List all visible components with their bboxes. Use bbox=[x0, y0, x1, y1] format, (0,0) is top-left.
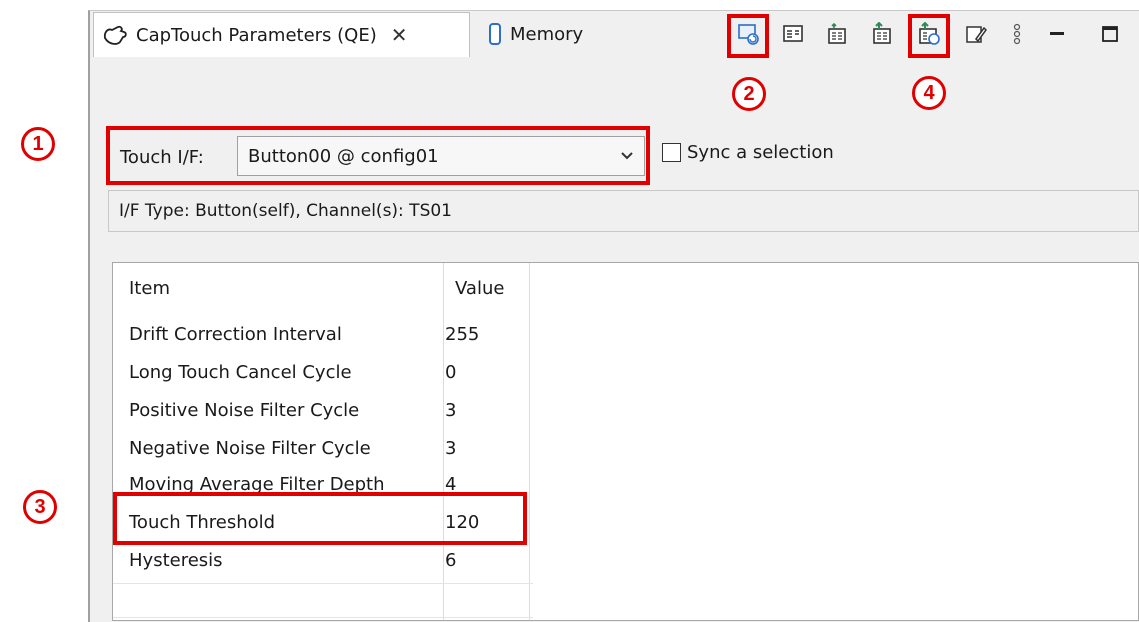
table-row[interactable]: Drift Correction Interval 255 bbox=[113, 317, 1139, 351]
highlight-box-touch-threshold bbox=[113, 492, 527, 545]
more-vertical-icon bbox=[1012, 22, 1022, 50]
row-value[interactable]: 0 bbox=[445, 362, 456, 383]
write-all-button[interactable] bbox=[868, 21, 896, 50]
minimize-button[interactable] bbox=[1043, 22, 1071, 50]
callout-3: 3 bbox=[23, 490, 57, 524]
maximize-button[interactable] bbox=[1096, 22, 1124, 50]
row-item: Long Touch Cancel Cycle bbox=[129, 361, 352, 383]
callout-2: 2 bbox=[732, 77, 766, 111]
column-header-value[interactable]: Value bbox=[455, 263, 504, 313]
highlight-box-monitor bbox=[727, 14, 769, 58]
view-menu-button[interactable] bbox=[1003, 22, 1031, 50]
row-value[interactable]: 3 bbox=[445, 400, 456, 421]
if-type-info: I/F Type: Button(self), Channel(s): TS01 bbox=[108, 190, 1139, 232]
parameter-table[interactable]: Item Value Drift Correction Interval 255… bbox=[112, 262, 1139, 621]
row-item: Negative Noise Filter Cycle bbox=[129, 437, 371, 459]
tab-captouch-parameters[interactable]: CapTouch Parameters (QE) ✕ bbox=[93, 12, 470, 57]
row-item: Positive Noise Filter Cycle bbox=[129, 399, 360, 421]
table-row[interactable]: Negative Noise Filter Cycle 3 bbox=[113, 431, 1139, 465]
checkbox-icon bbox=[662, 143, 681, 162]
sync-selection-label: Sync a selection bbox=[687, 142, 834, 163]
minimize-icon bbox=[1047, 24, 1067, 48]
callout-1: 1 bbox=[21, 127, 55, 161]
row-value[interactable]: 3 bbox=[445, 438, 456, 459]
tab-captouch-label: CapTouch Parameters (QE) bbox=[136, 24, 377, 46]
write-all-icon bbox=[870, 21, 894, 50]
edit-pen-icon bbox=[964, 22, 988, 50]
view-window-button[interactable] bbox=[779, 22, 807, 50]
memory-icon bbox=[488, 22, 502, 46]
row-divider bbox=[113, 583, 533, 584]
row-item: Hysteresis bbox=[129, 549, 223, 571]
close-tab-icon[interactable]: ✕ bbox=[391, 23, 408, 47]
highlight-box-write-refresh bbox=[908, 14, 950, 58]
write-parameters-button[interactable] bbox=[823, 22, 851, 50]
edit-pen-button[interactable] bbox=[962, 22, 990, 50]
tab-memory[interactable]: Memory bbox=[480, 14, 583, 54]
row-item: Drift Correction Interval bbox=[129, 323, 342, 345]
row-value[interactable]: 255 bbox=[445, 324, 479, 345]
write-parameters-icon bbox=[825, 22, 849, 50]
row-value[interactable]: 6 bbox=[445, 550, 456, 571]
tab-memory-label: Memory bbox=[510, 23, 584, 45]
callout-4: 4 bbox=[912, 76, 946, 110]
view-window-icon bbox=[781, 22, 805, 50]
row-divider bbox=[113, 617, 533, 618]
table-row[interactable]: Long Touch Cancel Cycle 0 bbox=[113, 355, 1139, 389]
table-row[interactable]: Positive Noise Filter Cycle 3 bbox=[113, 393, 1139, 427]
if-type-text: I/F Type: Button(self), Channel(s): TS01 bbox=[119, 201, 452, 221]
highlight-box-touch-if bbox=[106, 126, 650, 185]
captouch-hand-icon bbox=[102, 24, 128, 46]
maximize-icon bbox=[1100, 24, 1120, 48]
column-header-item[interactable]: Item bbox=[129, 263, 170, 313]
sync-selection-checkbox[interactable]: Sync a selection bbox=[662, 142, 834, 163]
table-row[interactable]: Hysteresis 6 bbox=[113, 543, 1139, 577]
